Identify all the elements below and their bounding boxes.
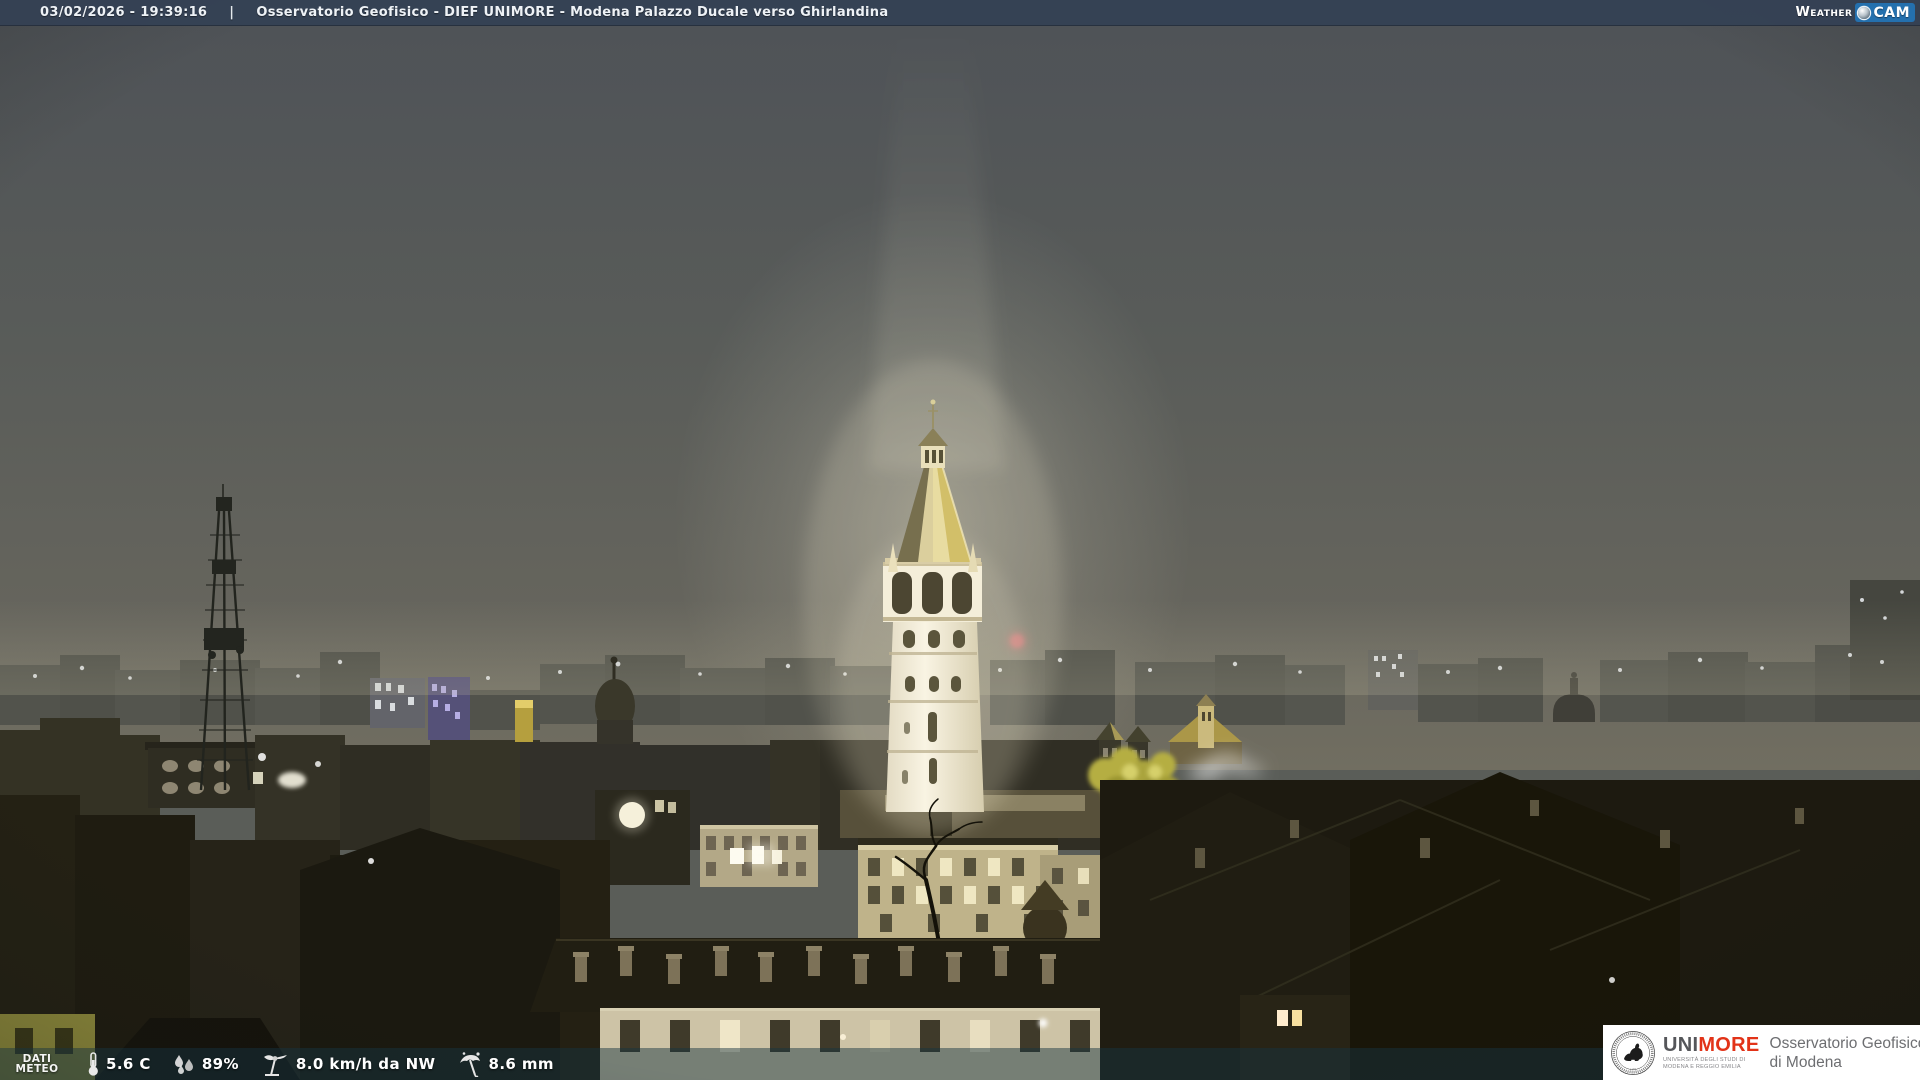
dati-meteo-label: DATI METEO (15, 1053, 59, 1075)
unimore-seal: 1175 (1611, 1030, 1655, 1075)
unimore-more-text: MORE (1698, 1034, 1760, 1056)
weathercam-logo: Weather CAM (1795, 3, 1915, 22)
thermometer-icon (88, 1051, 98, 1076)
humidity-value: 89% (201, 1055, 239, 1073)
globe-icon (1858, 6, 1871, 19)
wind-value: 8.0 km/h da NW (295, 1055, 436, 1073)
unimore-branding-box: 1175 UNIMORE UNIVERSITÀ DEGLI STUDI DI M… (1603, 1025, 1920, 1080)
night-cityscape-photo (0, 0, 1920, 1080)
humidity-icon (174, 1054, 193, 1074)
camera-title: Osservatorio Geofisico - DIEF UNIMORE - … (256, 5, 889, 20)
weathercam-cam-label: CAM (1873, 4, 1910, 21)
svg-text:1175: 1175 (1630, 1067, 1637, 1071)
unimore-uni-text: UNI (1663, 1034, 1699, 1056)
rain-value: 8.6 mm (488, 1055, 554, 1073)
rain-icon (460, 1051, 481, 1077)
weathercam-badge: CAM (1855, 3, 1915, 22)
timestamp: 03/02/2026 - 19:39:16 (40, 5, 208, 20)
status-bar: 03/02/2026 - 19:39:16 | Osservatorio Geo… (0, 0, 1920, 26)
temperature-value: 5.6 C (106, 1055, 151, 1073)
university-subtitle: UNIVERSITÀ DEGLI STUDI DI MODENA E REGGI… (1663, 1057, 1746, 1070)
wind-icon (263, 1054, 287, 1076)
vignette (0, 0, 1920, 1080)
observatory-name: Osservatorio Geofisico di Modena (1769, 1034, 1920, 1071)
weathercam-weather-label: Weather (1795, 5, 1853, 20)
unimore-wordmark: UNIMORE UNIVERSITÀ DEGLI STUDI DI MODENA… (1663, 1035, 1760, 1070)
webcam-frame: 03/02/2026 - 19:39:16 | Osservatorio Geo… (0, 0, 1920, 1080)
separator: | (229, 5, 235, 20)
